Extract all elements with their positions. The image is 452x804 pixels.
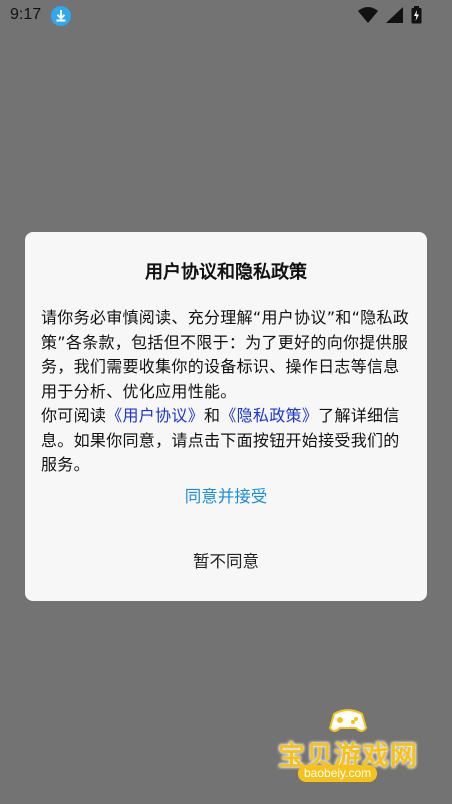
status-bar: 9:17 [0,0,452,32]
gamepad-icon [328,709,368,732]
watermark-logo: 宝贝游戏网 baobeiy.com [274,704,422,796]
wifi-icon [358,7,378,23]
signal-icon [386,7,403,23]
privacy-policy-link[interactable]: 《隐私政策》 [220,406,318,425]
disagree-button[interactable]: 暂不同意 [25,548,427,572]
agreement-dialog: 用户协议和隐私政策 请你务必审慎阅读、充分理解“用户协议”和“隐私政策”各条款，… [25,232,427,601]
dialog-body: 请你务必审慎阅读、充分理解“用户协议”和“隐私政策”各条款，包括但不限于：为了更… [41,306,413,478]
dialog-paragraph-1: 请你务必审慎阅读、充分理解“用户协议”和“隐私政策”各条款，包括但不限于：为了更… [41,308,410,401]
agree-button[interactable]: 同意并接受 [25,483,427,507]
dialog-paragraph-2-prefix: 你可阅读 [41,406,107,425]
status-time: 9:17 [10,6,42,23]
dialog-title: 用户协议和隐私政策 [145,262,307,283]
dialog-paragraph-2-and: 和 [204,406,221,425]
watermark-url: baobeiy.com [298,765,378,782]
user-agreement-link[interactable]: 《用户协议》 [106,406,204,425]
battery-icon [411,6,422,24]
download-icon [51,6,71,26]
